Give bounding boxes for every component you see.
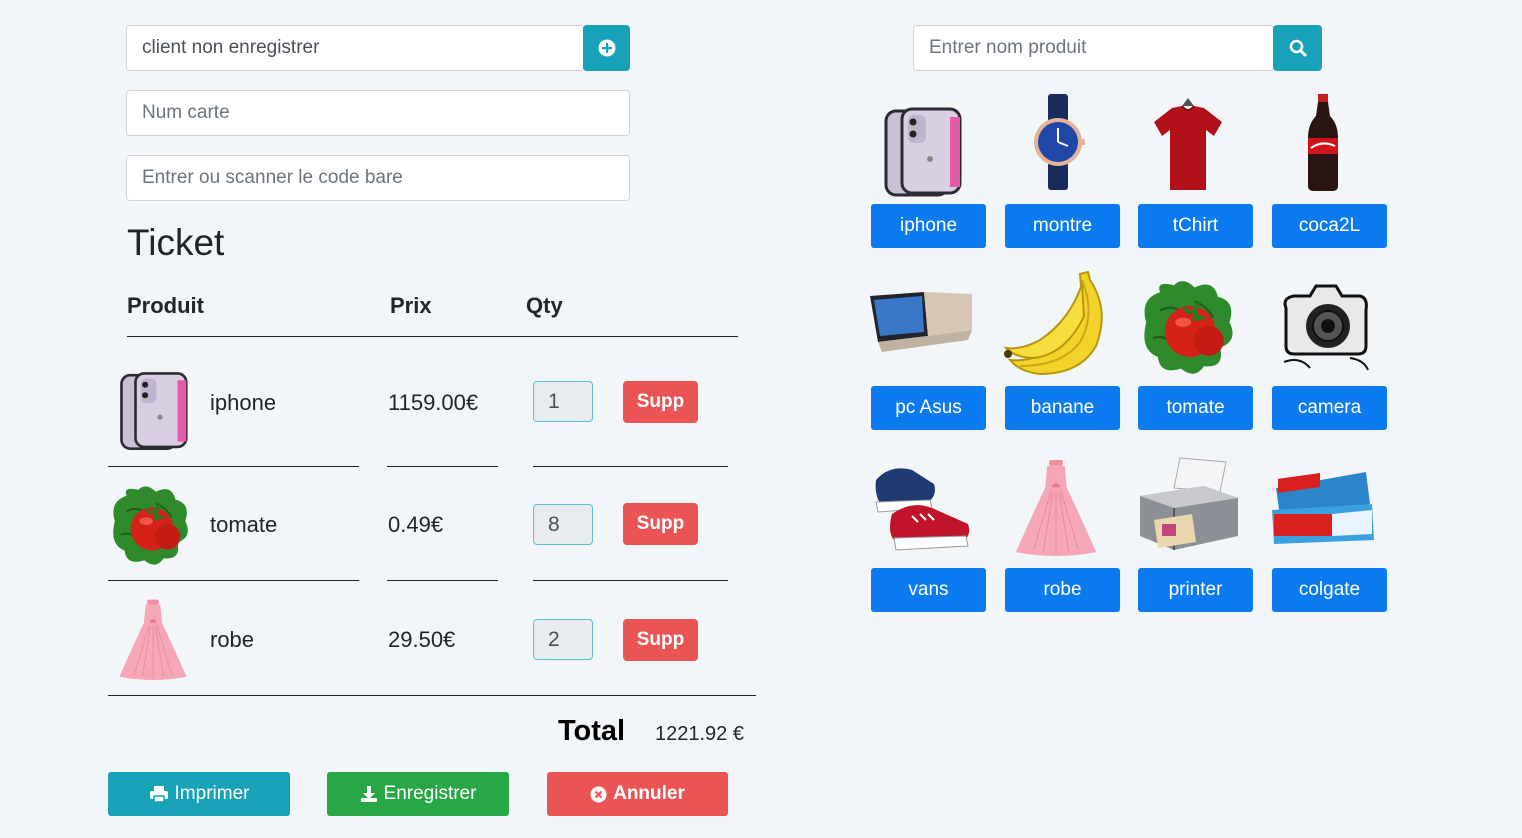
download-icon — [360, 786, 377, 802]
row-product-name: robe — [210, 627, 255, 652]
row-divider — [108, 580, 359, 581]
camera-image[interactable] — [1280, 278, 1370, 372]
printer-image[interactable] — [1134, 456, 1242, 558]
row-price: 0.49€ — [388, 512, 444, 537]
watch-image[interactable] — [1028, 92, 1088, 192]
cancel-label: Annuler — [613, 783, 685, 804]
search-button[interactable] — [1273, 25, 1322, 71]
print-label: Imprimer — [174, 783, 250, 804]
delete-row-button[interactable]: Supp — [623, 619, 698, 661]
tomato-image[interactable] — [1136, 276, 1242, 380]
product-button-coca2l[interactable]: coca2L — [1272, 204, 1387, 248]
total-divider — [108, 695, 756, 696]
print-icon — [149, 786, 168, 803]
row-qty-input[interactable] — [533, 504, 593, 545]
row-divider — [533, 466, 728, 467]
product-button-robe[interactable]: robe — [1005, 568, 1120, 612]
row-product-name: tomate — [210, 512, 278, 537]
row-divider — [108, 466, 359, 467]
save-label: Enregistrer — [383, 783, 477, 804]
header-price: Prix — [390, 293, 432, 318]
row-divider — [533, 580, 728, 581]
row-divider — [387, 580, 498, 581]
ticket-title: Ticket — [127, 222, 225, 263]
iphone-image[interactable] — [882, 107, 962, 197]
product-button-tchirt[interactable]: tChirt — [1138, 204, 1253, 248]
product-button-tomate[interactable]: tomate — [1138, 386, 1253, 430]
product-search-input[interactable] — [913, 25, 1274, 71]
product-button-printer[interactable]: printer — [1138, 568, 1253, 612]
dress-image — [112, 598, 194, 680]
product-button-camera[interactable]: camera — [1272, 386, 1387, 430]
total-label: Total — [558, 715, 626, 747]
tshirt-image[interactable] — [1152, 96, 1224, 194]
banana-image[interactable] — [1000, 270, 1112, 382]
product-button-montre[interactable]: montre — [1005, 204, 1120, 248]
search-icon — [1289, 39, 1306, 57]
iphone-image — [118, 366, 188, 456]
barcode-input[interactable] — [126, 155, 630, 201]
client-input[interactable] — [126, 25, 584, 71]
delete-row-button[interactable]: Supp — [623, 381, 698, 423]
tomato-image — [106, 482, 196, 570]
card-number-input[interactable] — [126, 90, 630, 136]
row-qty-input[interactable] — [533, 381, 593, 422]
cola-bottle-image[interactable] — [1306, 94, 1340, 192]
cancel-button[interactable]: Annuler — [547, 772, 728, 816]
plus-circle-icon — [598, 39, 615, 57]
save-button[interactable]: Enregistrer — [327, 772, 509, 816]
header-product: Produit — [127, 293, 204, 318]
toothpaste-image[interactable] — [1270, 470, 1378, 546]
product-button-banane[interactable]: banane — [1005, 386, 1120, 430]
dress-image[interactable] — [1008, 458, 1104, 556]
product-button-colgate[interactable]: colgate — [1272, 568, 1387, 612]
delete-row-button[interactable]: Supp — [623, 503, 698, 545]
add-client-button[interactable] — [583, 25, 630, 71]
header-qty: Qty — [526, 293, 563, 318]
product-button-iphone[interactable]: iphone — [871, 204, 986, 248]
row-product-name: iphone — [210, 390, 277, 415]
total-value: 1221.92 € — [655, 723, 744, 745]
times-circle-icon — [590, 786, 607, 802]
header-divider — [127, 336, 738, 337]
row-divider — [387, 466, 498, 467]
row-price: 1159.00€ — [388, 390, 479, 415]
row-qty-input[interactable] — [533, 619, 593, 660]
laptop-image[interactable] — [868, 290, 974, 360]
product-button-vans[interactable]: vans — [871, 568, 986, 612]
row-price: 29.50€ — [388, 627, 456, 652]
product-button-pc-asus[interactable]: pc Asus — [871, 386, 986, 430]
print-button[interactable]: Imprimer — [108, 772, 290, 816]
sneaker-image[interactable] — [872, 456, 974, 554]
